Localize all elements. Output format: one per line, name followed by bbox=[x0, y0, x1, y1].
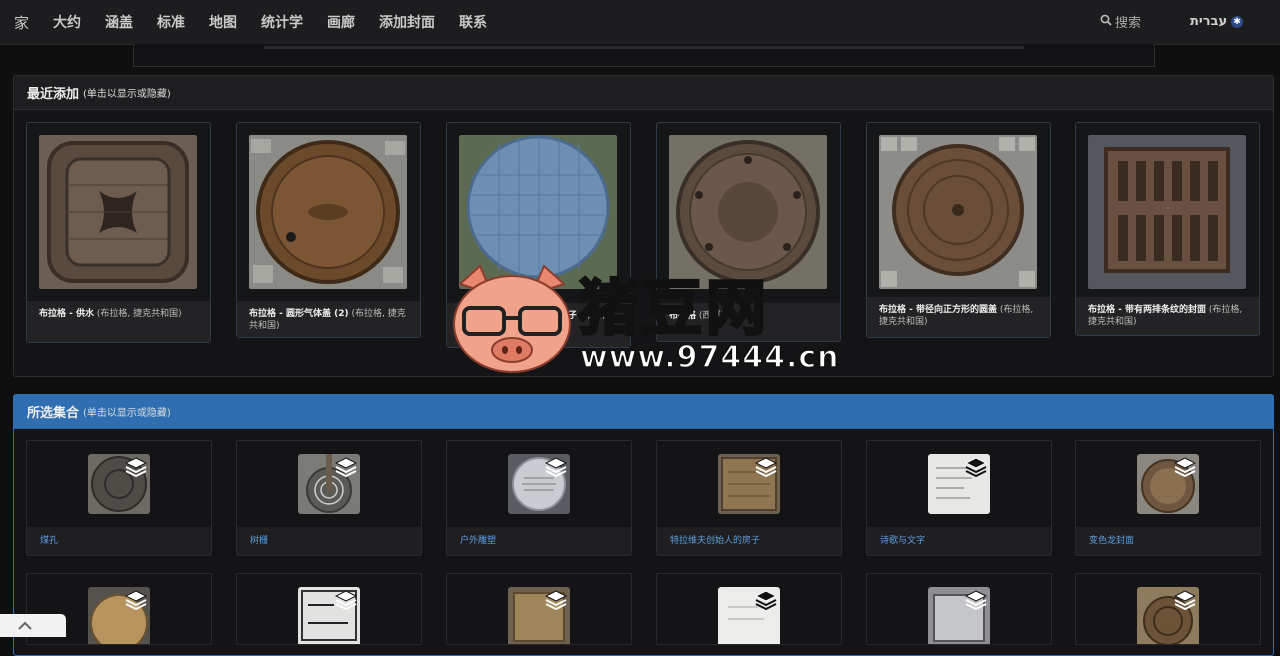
collections-hint: (单击以显示或隐藏) bbox=[83, 408, 171, 419]
collection-label[interactable]: 诗歌与文字 bbox=[867, 527, 1051, 555]
recent-card[interactable]: 布拉格 - 圆形气体盖 (2) (布拉格, 捷克共和国) bbox=[236, 122, 421, 338]
recent-panel: 最近添加 (单击以显示或隐藏) 布拉格 - 供水 (布拉格, 捷克共和国) 布拉… bbox=[13, 75, 1274, 377]
layers-icon bbox=[545, 590, 567, 610]
collection-card[interactable]: 变色龙封面 bbox=[1075, 440, 1261, 556]
language-label: עברית bbox=[1190, 14, 1228, 29]
cover-image bbox=[249, 135, 407, 289]
card-title: 布拉格 - Aquerawin的盖子 bbox=[459, 311, 578, 321]
card-caption: 布拉格 - Aquerawin的盖子 (布拉格, 捷克共和国) bbox=[447, 303, 630, 347]
collection-label[interactable]: 特拉维夫创始人的房子 bbox=[657, 527, 841, 555]
gear-icon: ✱ bbox=[1231, 15, 1244, 28]
collection-label[interactable]: 户外雕塑 bbox=[447, 527, 631, 555]
collection-card[interactable]: 诗歌与文字 bbox=[866, 440, 1052, 556]
recent-card[interactable]: 布拉格 (西部) bbox=[656, 122, 841, 342]
collection-card[interactable] bbox=[866, 573, 1052, 645]
collection-card[interactable]: 特拉维夫创始人的房子 bbox=[656, 440, 842, 556]
cover-image bbox=[669, 135, 827, 289]
nav-about[interactable]: 大约 bbox=[41, 12, 93, 32]
layers-icon bbox=[125, 590, 147, 610]
collection-label[interactable]: 变色龙封面 bbox=[1076, 527, 1260, 555]
chevron-up-icon bbox=[18, 621, 32, 630]
nav-gallery[interactable]: 画廊 bbox=[315, 12, 367, 32]
nav-contact[interactable]: 联系 bbox=[447, 12, 499, 32]
card-caption: 布拉格 - 供水 (布拉格, 捷克共和国) bbox=[27, 301, 210, 342]
recent-card[interactable]: 布拉格 - 带有两排条纹的封面 (布拉格, 捷克共和国) bbox=[1075, 122, 1260, 336]
recent-card[interactable]: 布拉格 - 供水 (布拉格, 捷克共和国) bbox=[26, 122, 211, 343]
nav-home[interactable]: 家 bbox=[0, 12, 41, 33]
recent-card[interactable]: 布拉格 - 带径向正方形的圆盖 (布拉格, 捷克共和国) bbox=[866, 122, 1051, 338]
cover-image bbox=[39, 135, 197, 289]
layers-icon bbox=[965, 590, 987, 610]
layers-icon bbox=[545, 457, 567, 477]
layers-icon bbox=[125, 457, 147, 477]
layers-icon bbox=[755, 457, 777, 477]
collection-card[interactable] bbox=[446, 573, 632, 645]
nav-add-cover[interactable]: 添加封面 bbox=[367, 12, 447, 32]
collection-card[interactable]: 煤孔 bbox=[26, 440, 212, 556]
recent-title: 最近添加 bbox=[27, 87, 80, 102]
nav-covers[interactable]: 涵盖 bbox=[93, 12, 145, 32]
recent-card[interactable]: 布拉格 - Aquerawin的盖子 (布拉格, 捷克共和国) bbox=[446, 122, 631, 348]
search-input[interactable]: 搜索 bbox=[1100, 12, 1141, 31]
search-icon bbox=[1100, 14, 1112, 30]
layers-icon bbox=[755, 590, 777, 610]
collection-label[interactable]: 煤孔 bbox=[27, 527, 211, 555]
collection-card[interactable] bbox=[656, 573, 842, 645]
collection-label[interactable]: 树栅 bbox=[237, 527, 421, 555]
collection-card[interactable] bbox=[1075, 573, 1261, 645]
card-caption: 布拉格 (西部) bbox=[657, 303, 840, 341]
card-caption: 布拉格 - 带有两排条纹的封面 (布拉格, 捷克共和国) bbox=[1076, 297, 1259, 335]
layers-icon bbox=[1174, 590, 1196, 610]
search-placeholder: 搜索 bbox=[1115, 16, 1142, 31]
layers-icon bbox=[335, 590, 357, 610]
scroll-to-top-button[interactable] bbox=[0, 614, 66, 637]
card-title: 布拉格 - 带有两排条纹的封面 bbox=[1088, 305, 1207, 315]
language-switch[interactable]: עברית ✱ bbox=[1190, 14, 1244, 29]
collection-card[interactable]: 树栅 bbox=[236, 440, 422, 556]
collections-title: 所选集合 bbox=[27, 406, 80, 421]
nav-criteria[interactable]: 标准 bbox=[145, 12, 197, 32]
top-strip bbox=[133, 44, 1155, 67]
recent-panel-header[interactable]: 最近添加 (单击以显示或隐藏) bbox=[14, 76, 1273, 110]
collection-card[interactable]: 户外雕塑 bbox=[446, 440, 632, 556]
collection-card[interactable] bbox=[236, 573, 422, 645]
card-location: (西部) bbox=[698, 311, 724, 321]
layers-icon bbox=[335, 457, 357, 477]
cover-image bbox=[1088, 135, 1246, 289]
recent-hint: (单击以显示或隐藏) bbox=[83, 89, 171, 100]
card-title: 布拉格 - 供水 bbox=[39, 309, 95, 319]
collections-panel-header[interactable]: 所选集合 (单击以显示或隐藏) bbox=[14, 395, 1273, 429]
layers-icon bbox=[965, 457, 987, 477]
card-location: (布拉格, 捷克共和国) bbox=[96, 309, 182, 319]
nav-statistics[interactable]: 统计学 bbox=[249, 12, 315, 32]
card-caption: 布拉格 - 带径向正方形的圆盖 (布拉格, 捷克共和国) bbox=[867, 297, 1050, 337]
layers-icon bbox=[1174, 457, 1196, 477]
nav-map[interactable]: 地图 bbox=[197, 12, 249, 32]
divider bbox=[264, 46, 1024, 49]
nav-menu: 家 大约 涵盖 标准 地图 统计学 画廊 添加封面 联系 bbox=[0, 0, 499, 44]
card-title: 布拉格 - 圆形气体盖 (2) bbox=[249, 309, 349, 319]
card-title: 布拉格 - 带径向正方形的圆盖 bbox=[879, 305, 998, 315]
card-title: 布拉格 bbox=[669, 311, 697, 321]
card-caption: 布拉格 - 圆形气体盖 (2) (布拉格, 捷克共和国) bbox=[237, 301, 420, 337]
top-navbar: 家 大约 涵盖 标准 地图 统计学 画廊 添加封面 联系 搜索 עברית ✱ bbox=[0, 0, 1280, 45]
cover-image bbox=[879, 135, 1037, 289]
collections-panel: 所选集合 (单击以显示或隐藏) 煤孔 树栅 户外雕塑 特拉维夫创始人的房子 诗歌… bbox=[13, 394, 1274, 656]
cover-image bbox=[459, 135, 617, 289]
